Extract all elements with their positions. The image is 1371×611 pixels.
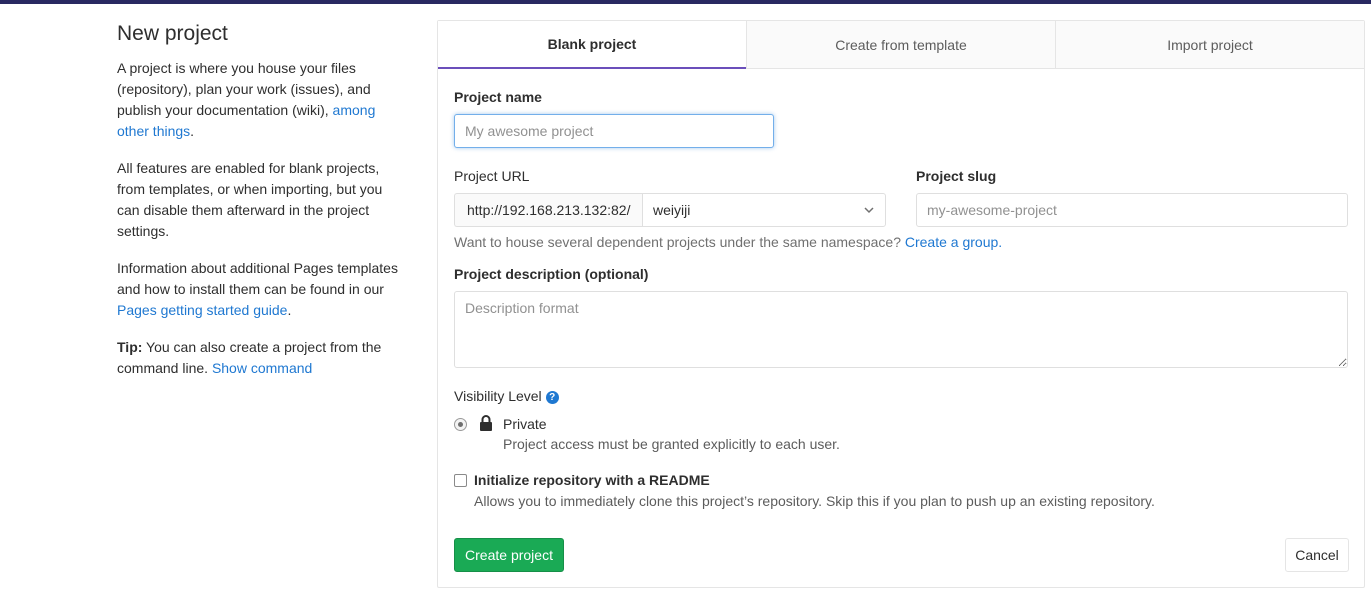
project-tabs: Blank project Create from template Impor… [438,21,1364,69]
create-group-link[interactable]: Create a group. [905,234,1002,250]
question-circle-icon[interactable]: ? [545,391,559,404]
namespace-help-text: Want to house several dependent projects… [454,234,1003,250]
visibility-private-title: Private [503,416,547,432]
chevron-down-icon [864,207,874,214]
pages-paragraph: Information about additional Pages templ… [117,260,398,318]
new-project-panel: Blank project Create from template Impor… [437,20,1365,588]
namespace-value: weiyiji [653,202,691,218]
tip-label: Tip: [117,339,143,355]
initialize-readme-label[interactable]: Initialize repository with a README [474,472,710,488]
description-column: New project A project is where you house… [117,20,407,395]
project-description-label: Project description (optional) [454,266,649,282]
namespace-select[interactable]: weiyiji [642,193,886,227]
project-name-label: Project name [454,89,542,105]
lock-icon [480,415,492,431]
visibility-level-label: Visibility Level? [454,388,559,404]
top-navbar [0,0,1371,4]
cancel-button[interactable]: Cancel [1285,538,1349,572]
project-url-prefix: http://192.168.213.132:82/ [454,193,642,227]
page-title: New project [117,22,228,45]
visibility-private-description: Project access must be granted explicitl… [503,436,840,452]
features-paragraph: All features are enabled for blank proje… [117,160,383,239]
project-description-textarea[interactable] [454,291,1348,368]
intro-paragraph: A project is where you house your files … [117,60,376,139]
initialize-readme-checkbox[interactable] [454,474,467,487]
project-name-input[interactable] [454,114,774,148]
tab-create-from-template[interactable]: Create from template [746,21,1055,68]
tab-import-project[interactable]: Import project [1055,21,1364,68]
tip-paragraph: Tip: You can also create a project from … [117,339,382,376]
create-project-button[interactable]: Create project [454,538,564,572]
show-command-link[interactable]: Show command [212,360,312,376]
project-slug-label: Project slug [916,168,997,184]
pages-guide-link[interactable]: Pages getting started guide [117,302,287,318]
visibility-private-radio[interactable] [454,418,467,431]
initialize-readme-description: Allows you to immediately clone this pro… [474,493,1155,509]
project-slug-input[interactable] [916,193,1348,227]
project-url-label: Project URL [454,168,530,184]
tab-blank-project[interactable]: Blank project [438,21,746,69]
